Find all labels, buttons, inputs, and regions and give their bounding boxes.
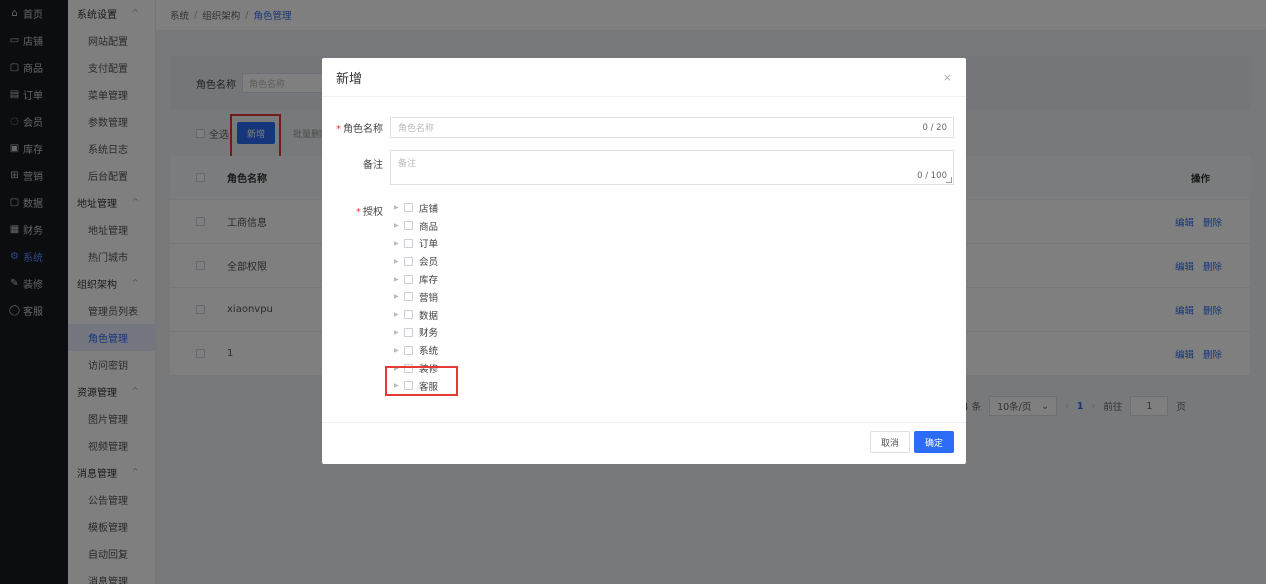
tree-checkbox[interactable] — [404, 221, 413, 231]
tree-checkbox[interactable] — [404, 256, 413, 266]
auth-label: * 授权 — [322, 203, 383, 218]
tree-checkbox[interactable] — [404, 274, 413, 284]
role-name-placeholder: 角色名称 — [398, 124, 435, 134]
tree-checkbox[interactable] — [404, 203, 413, 213]
tree-checkbox[interactable] — [404, 310, 413, 320]
expand-icon[interactable]: ▶ — [394, 293, 404, 300]
tree-node-marketing[interactable]: ▶ 营销 — [394, 288, 438, 306]
expand-icon[interactable]: ▶ — [394, 329, 404, 336]
tree-checkbox[interactable] — [404, 327, 413, 337]
cancel-button[interactable]: 取消 — [870, 431, 910, 453]
tree-node-order[interactable]: ▶ 订单 — [394, 235, 438, 253]
tree-node-goods[interactable]: ▶ 商品 — [394, 217, 438, 235]
remark-placeholder: 备注 — [398, 159, 417, 169]
tree-node-label: 店铺 — [419, 203, 439, 215]
tree-node-label: 会员 — [419, 257, 439, 269]
dialog-header: 新增 × — [322, 58, 966, 97]
auth-label-text: 授权 — [363, 207, 383, 218]
tree-checkbox[interactable] — [404, 345, 413, 355]
tree-checkbox[interactable] — [404, 292, 413, 302]
app-root: ⌂首页 ▭店铺 ▢商品 ▤订单 ◌会员 ▣库存 ⊞营销 ▢数据 ▦财务 ⚙系统 … — [0, 0, 1266, 584]
tree-node-label: 系统 — [419, 346, 439, 358]
tree-checkbox[interactable] — [404, 238, 413, 248]
role-name-label-text: 角色名称 — [343, 124, 383, 135]
role-name-input[interactable]: 角色名称 0 / 20 — [390, 117, 954, 138]
expand-icon[interactable]: ▶ — [394, 240, 404, 247]
dialog-footer: 取消 确定 — [322, 422, 966, 464]
remark-row: 备注 — [322, 156, 383, 171]
tree-node-stock[interactable]: ▶ 库存 — [394, 270, 438, 288]
tree-node-data[interactable]: ▶ 数据 — [394, 306, 438, 324]
confirm-button[interactable]: 确定 — [914, 431, 954, 453]
expand-icon[interactable]: ▶ — [394, 311, 404, 318]
tree-node-finance[interactable]: ▶ 财务 — [394, 324, 438, 342]
required-mark: * — [336, 124, 341, 135]
remark-textarea[interactable]: 备注 0 / 100 — [390, 150, 954, 185]
expand-icon[interactable]: ▶ — [394, 222, 404, 229]
tree-node-label: 数据 — [419, 310, 439, 322]
expand-icon[interactable]: ▶ — [394, 204, 404, 211]
tree-node-shop[interactable]: ▶ 店铺 — [394, 199, 438, 217]
close-icon[interactable]: × — [943, 71, 952, 84]
tree-node-label: 库存 — [419, 275, 439, 287]
remark-label: 备注 — [363, 160, 383, 171]
resize-handle[interactable] — [946, 177, 952, 183]
auth-row: * 授权 — [322, 203, 383, 218]
expand-icon[interactable]: ▶ — [394, 258, 404, 265]
tree-node-system[interactable]: ▶ 系统 — [394, 341, 438, 359]
role-name-row: * 角色名称 — [322, 120, 383, 135]
dialog-title: 新增 — [336, 71, 363, 87]
role-name-label: * 角色名称 — [322, 120, 383, 135]
tree-node-label: 订单 — [419, 239, 439, 251]
tree-node-member[interactable]: ▶ 会员 — [394, 252, 438, 270]
highlight-box-service — [385, 366, 458, 396]
expand-icon[interactable]: ▶ — [394, 276, 404, 283]
required-mark: * — [356, 207, 361, 218]
tree-node-label: 营销 — [419, 292, 439, 304]
expand-icon[interactable]: ▶ — [394, 347, 404, 354]
role-name-char-count: 0 / 20 — [922, 122, 948, 133]
remark-char-count: 0 / 100 — [917, 171, 947, 181]
tree-node-label: 财务 — [419, 328, 439, 340]
tree-node-label: 商品 — [419, 221, 439, 233]
add-role-dialog: 新增 × * 角色名称 角色名称 0 / 20 备注 备注 0 / 100 * 授权… — [322, 58, 966, 464]
